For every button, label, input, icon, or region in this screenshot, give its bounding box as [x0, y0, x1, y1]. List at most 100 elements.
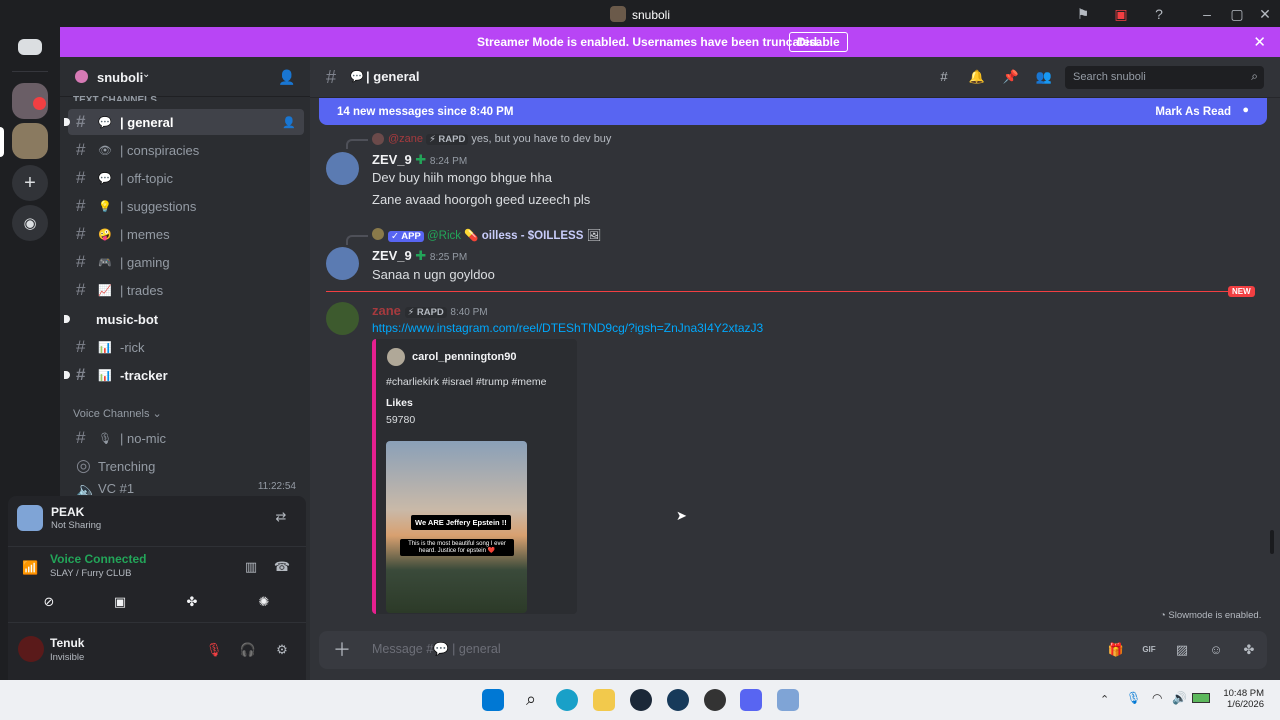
noise-suppression-icon[interactable]: ▥: [241, 557, 261, 577]
channel-memes[interactable]: # 🤪 | memes: [68, 221, 304, 247]
maximize-button[interactable]: ▢: [1228, 5, 1246, 23]
create-invite-icon[interactable]: 👤: [282, 116, 296, 129]
camera-off-icon[interactable]: ⊘: [39, 592, 59, 612]
message-line: Sanaa n ugn goyldoo: [372, 267, 495, 282]
notification-bell-icon[interactable]: 🔔: [967, 67, 987, 87]
search-input[interactable]: Search snuboli ⌕: [1065, 66, 1264, 89]
attach-plus-icon[interactable]: ＋: [332, 640, 352, 660]
tray-mic-icon[interactable]: 🎙: [1126, 691, 1141, 705]
file-explorer-icon[interactable]: [593, 689, 615, 711]
server-avatar-icon: [609, 6, 626, 22]
pin-icon[interactable]: 📌: [1001, 67, 1021, 87]
new-messages-bar[interactable]: 14 new messages since 8:40 PM Mark As Re…: [319, 98, 1267, 125]
voice-connected-label[interactable]: Voice Connected: [50, 552, 146, 566]
mute-mic-icon[interactable]: 🎙: [204, 640, 224, 660]
reply-preview[interactable]: @zane ⚡ RAPD yes, but you have to dev bu…: [388, 133, 611, 145]
channel-suggestions[interactable]: # 💡 | suggestions: [68, 193, 304, 219]
embed-author[interactable]: carol_pennington90: [412, 351, 517, 363]
channel-emoji-icon: 🎮: [98, 256, 112, 269]
reply-preview[interactable]: ✓ APP @Rick 💊 oilless - $OILLESS 🖼: [388, 228, 601, 242]
role-tag: ⚡ RAPD: [404, 307, 447, 318]
app-icon-red[interactable]: [704, 689, 726, 711]
search-placeholder: Search snuboli: [1073, 71, 1146, 83]
gift-icon[interactable]: 🎁: [1106, 640, 1126, 660]
add-server-icon[interactable]: +: [12, 165, 48, 201]
voice-location[interactable]: SLAY / Furry CLUB: [50, 568, 131, 579]
author-name[interactable]: ZEV_9: [372, 152, 412, 167]
author-avatar[interactable]: [326, 152, 359, 185]
threads-icon[interactable]: #: [934, 67, 954, 87]
steam-icon-2[interactable]: [667, 689, 689, 711]
rail-divider: [12, 71, 48, 72]
scrollbar-thumb[interactable]: [1270, 530, 1274, 554]
channel-label: | trades: [120, 282, 164, 298]
channel-conspiracies[interactable]: # 👁 | conspiracies: [68, 137, 304, 163]
help-icon[interactable]: ?: [1150, 5, 1168, 23]
author-name[interactable]: ZEV_9: [372, 248, 412, 263]
channel-tracker[interactable]: # 📊 -tracker: [64, 362, 304, 388]
author-avatar[interactable]: [326, 302, 359, 335]
settings-gear-icon[interactable]: ⚙: [272, 640, 292, 660]
mark-as-read-button[interactable]: Mark As Read: [1155, 106, 1231, 118]
flag-icon[interactable]: ⚑: [1074, 5, 1092, 23]
headphones-icon[interactable]: 🎧: [238, 640, 258, 660]
discord-home-icon[interactable]: [18, 39, 42, 55]
wifi-icon[interactable]: ◠: [1152, 691, 1162, 705]
message-composer[interactable]: ＋ Message #💬 | general 🎁 GIF ▨ ☺ ✤: [319, 631, 1267, 669]
panel-divider: [8, 546, 306, 547]
channel-off-topic[interactable]: # 💬 | off-topic: [68, 165, 304, 191]
minimize-button[interactable]: –: [1198, 5, 1216, 23]
author-name[interactable]: zane: [372, 303, 401, 318]
channel-gaming[interactable]: # 🎮 | gaming: [68, 249, 304, 275]
author-avatar[interactable]: [326, 247, 359, 280]
invite-people-icon[interactable]: 👤: [278, 69, 295, 86]
windows-start-icon[interactable]: [482, 689, 504, 711]
guild-header[interactable]: snuboli ⌄ 👤: [60, 57, 310, 97]
tray-chevron-icon[interactable]: ⌃: [1100, 693, 1109, 706]
text-channels-header[interactable]: Text Channels: [73, 95, 157, 101]
user-avatar[interactable]: [18, 636, 44, 662]
volume-icon[interactable]: 🔊: [1172, 691, 1187, 705]
channel-emoji: 💬: [350, 71, 364, 83]
channel-general[interactable]: # 💬 | general 👤: [64, 109, 304, 135]
hash-icon: #: [76, 365, 86, 384]
voice-channel-trenching[interactable]: ◎ Trenching: [68, 453, 304, 479]
embed-thumbnail[interactable]: We ARE Jeffery Epstein !! This is the mo…: [386, 441, 527, 613]
peak-taskbar-icon[interactable]: [777, 689, 799, 711]
image-icon: 🖼: [586, 230, 602, 242]
search-taskbar-icon[interactable]: ⌕: [520, 689, 542, 711]
screen-share-icon[interactable]: ▣: [1112, 5, 1130, 23]
member-list-icon[interactable]: 👥: [1034, 67, 1054, 87]
explore-icon[interactable]: ◉: [12, 205, 48, 241]
voice-channels-header[interactable]: Voice Channels ⌄: [73, 407, 162, 420]
close-banner-icon[interactable]: ✕: [1253, 33, 1266, 51]
message-input[interactable]: Message #💬 | general: [372, 642, 501, 657]
link-embed: carol_pennington90 #charliekirk #israel …: [372, 339, 577, 614]
steam-icon[interactable]: [630, 689, 652, 711]
activities-icon[interactable]: ✤: [182, 592, 202, 612]
channel-trades[interactable]: # 📈 | trades: [68, 277, 304, 303]
battery-icon[interactable]: [1192, 693, 1210, 703]
user-name[interactable]: Tenuk: [50, 636, 84, 650]
voice-channel-no-mic[interactable]: # 🎙 | no-mic: [68, 425, 304, 451]
soundboard-icon[interactable]: ✺: [254, 592, 274, 612]
stream-icon[interactable]: ⇄: [271, 507, 291, 527]
edge-icon[interactable]: [556, 689, 578, 711]
gif-icon[interactable]: GIF: [1139, 640, 1159, 660]
disconnect-icon[interactable]: ☎: [272, 557, 292, 577]
share-screen-icon[interactable]: ▣: [110, 592, 130, 612]
channel-rick[interactable]: # 📊 -rick: [68, 334, 304, 360]
system-clock[interactable]: 10:48 PM 1/6/2026: [1218, 688, 1264, 710]
server-avatar-snuboli[interactable]: [12, 123, 48, 159]
emoji-icon[interactable]: ☺: [1206, 640, 1226, 660]
discord-taskbar-icon[interactable]: [740, 689, 762, 711]
unread-indicator: [64, 315, 70, 323]
disable-streamer-button[interactable]: Disable: [789, 32, 848, 52]
apps-icon[interactable]: ✤: [1239, 640, 1259, 660]
channel-music-bot[interactable]: music-bot: [64, 306, 304, 332]
sticker-icon[interactable]: ▨: [1172, 640, 1192, 660]
message-link[interactable]: https://www.instagram.com/reel/DTEShTND9…: [372, 321, 763, 335]
title-bar: snuboli ⚑ ▣ ? – ▢ ✕: [0, 0, 1280, 27]
voice-channel-vc-1[interactable]: 🔈 VC #1 11:22:54: [68, 481, 304, 495]
close-window-button[interactable]: ✕: [1256, 5, 1274, 23]
